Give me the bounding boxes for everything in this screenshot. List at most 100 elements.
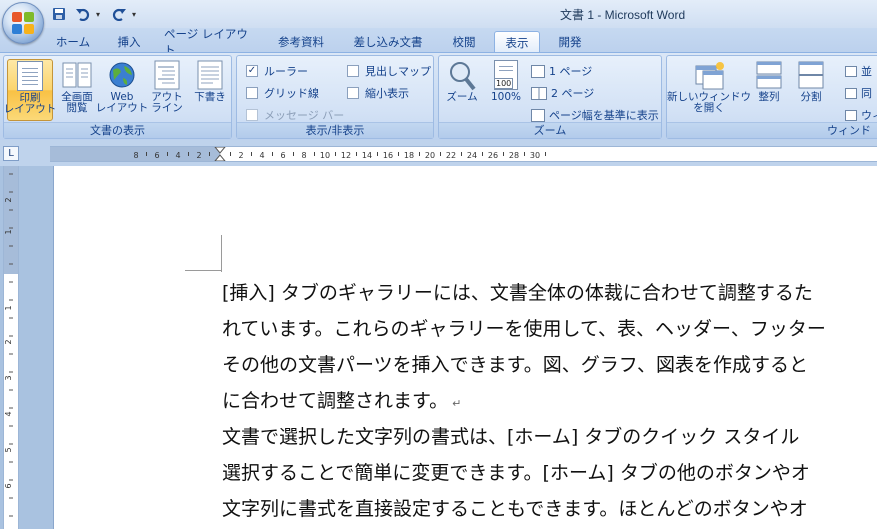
vertical-ruler-label: 3: [4, 375, 13, 380]
tab-mailings[interactable]: 差し込み文書: [346, 31, 430, 52]
zoom-100-button[interactable]: 100 100%: [487, 59, 525, 121]
office-button[interactable]: [2, 2, 44, 44]
ruler-ticks: 8 6 4 2 2 4 6 8 10 12 14 16 18 20 22 24 26 28 30: [133, 147, 546, 161]
ruler-row: L 8 6 4 2 2 4 6 8 10 12 14 16 18 20 22 24 26 28 30: [0, 140, 877, 166]
ruler-label: 8: [133, 151, 138, 160]
tab-home[interactable]: ホーム: [50, 31, 96, 52]
one-page-label: 1 ページ: [549, 65, 593, 78]
window-group: 新しいウィンドウ を開く 整列 分割 並 同 ウィ ウィンド: [666, 55, 877, 139]
full-screen-reading-icon: [62, 60, 92, 92]
text-line: 選択することで簡単に変更できます。[ホーム] タブの他のボタンやオ: [222, 462, 810, 484]
ruler-label: 26: [488, 151, 498, 160]
ruler-checkbox-box[interactable]: ✓: [246, 65, 258, 77]
undo-icon[interactable]: [72, 5, 94, 23]
hanging-indent-marker: [214, 154, 226, 161]
web-layout-button[interactable]: Web レイアウト: [96, 59, 148, 121]
synchronous-scrolling-button[interactable]: 同: [845, 85, 872, 101]
office-logo-icon: [12, 12, 35, 35]
outline-icon: [152, 60, 182, 92]
side-by-side-icon: [845, 65, 857, 77]
full-screen-reading-button[interactable]: 全画面 閲覧: [56, 59, 98, 121]
vertical-ruler[interactable]: 2 1 1 2 3 4 5 6: [3, 166, 19, 529]
ruler-label: 28: [509, 151, 519, 160]
text-line: れています。これらのギャラリーを使用して、表、ヘッダー、フッター: [222, 318, 826, 340]
document-map-checkbox[interactable]: 見出しマップ: [347, 63, 431, 79]
gridlines-checkbox[interactable]: グリッド線: [246, 85, 319, 101]
tab-selector[interactable]: L: [3, 146, 19, 161]
first-line-indent-marker: [214, 147, 226, 154]
zoom-group-label: ズーム: [439, 122, 661, 138]
margin-crop-mark-vertical: [221, 235, 222, 272]
tab-review[interactable]: 校閲: [442, 31, 486, 52]
tab-references[interactable]: 参考資料: [270, 31, 332, 52]
document-map-checkbox-box[interactable]: [347, 65, 359, 77]
customize-qat-icon[interactable]: ▾: [132, 10, 142, 19]
text-line: に合わせて調整されます。: [222, 390, 449, 412]
ruler-label: 20: [425, 151, 435, 160]
view-side-by-side-button[interactable]: 並: [845, 63, 872, 79]
tab-view[interactable]: 表示: [494, 31, 540, 53]
thumbnails-checkbox-label: 縮小表示: [365, 87, 409, 100]
tab-page-layout[interactable]: ページ レイアウト: [164, 27, 258, 57]
new-window-button[interactable]: 新しいウィンドウ を開く: [667, 59, 751, 121]
new-window-label-2: を開く: [693, 102, 725, 114]
gridlines-checkbox-box[interactable]: [246, 87, 258, 99]
one-page-icon: [531, 64, 545, 78]
vertical-ruler-ticks: 2 1 1 2 3 4 5 6: [4, 173, 13, 517]
split-label: 分割: [800, 91, 822, 103]
zoom-group: ズーム 100 100% 1 ページ 2 ページ ページ幅を基準に表示 ズーム: [438, 55, 662, 139]
tab-insert[interactable]: 挿入: [108, 31, 150, 52]
show-hide-group: ✓ ルーラー グリッド線 メッセージ バー 見出しマップ 縮小表示 表示/非表示: [236, 55, 434, 139]
one-page-button[interactable]: 1 ページ: [531, 63, 592, 79]
ruler-label: 2: [196, 151, 201, 160]
print-layout-button[interactable]: 印刷 レイアウト: [4, 59, 56, 121]
zoom-label: ズーム: [446, 91, 478, 103]
vertical-ruler-label: 5: [4, 447, 13, 452]
text-line: [挿入] タブのギャラリーには、文書全体の体裁に合わせて調整するた: [222, 282, 813, 304]
arrange-all-label: 整列: [758, 91, 780, 103]
gridlines-checkbox-label: グリッド線: [264, 87, 319, 100]
text-line: 文字列に書式を直接設定することもできます。ほとんどのボタンやオ: [222, 498, 808, 520]
reset-window-label: ウィ: [861, 109, 877, 122]
ruler-label: 30: [530, 151, 540, 160]
vertical-ruler-label: 2: [4, 339, 13, 344]
ruler-label: 22: [446, 151, 456, 160]
reset-window-icon: [845, 109, 857, 121]
ruler-checkbox[interactable]: ✓ ルーラー: [246, 63, 308, 79]
thumbnails-checkbox-box[interactable]: [347, 87, 359, 99]
horizontal-ruler[interactable]: 8 6 4 2 2 4 6 8 10 12 14 16 18 20 22 24 26 28 30: [50, 146, 877, 162]
split-button[interactable]: 分割: [793, 59, 829, 121]
sync-scroll-label: 同: [861, 87, 872, 100]
document-views-group-label: 文書の表示: [4, 122, 231, 138]
two-pages-button[interactable]: 2 ページ: [531, 85, 594, 101]
vertical-ruler-label: 1: [4, 305, 13, 310]
document-body[interactable]: [挿入] タブのギャラリーには、文書全体の体裁に合わせて調整するた れています。…: [222, 275, 877, 527]
print-layout-icon: [15, 61, 45, 93]
zoom-100-label: 100%: [490, 91, 522, 103]
undo-dropdown-icon[interactable]: ▾: [96, 10, 106, 19]
vertical-ruler-label: 6: [4, 483, 13, 488]
zoom-button[interactable]: ズーム: [443, 59, 481, 121]
arrange-all-icon: [754, 60, 784, 92]
outline-label-2: ライン: [151, 102, 183, 114]
draft-label: 下書き: [194, 91, 226, 103]
zoom-100-icon: 100: [491, 60, 521, 92]
text-line: その他の文書パーツを挿入できます。図、グラフ、図表を作成すると: [222, 354, 808, 376]
thumbnails-checkbox[interactable]: 縮小表示: [347, 85, 409, 101]
vertical-ruler-label: 1: [4, 229, 13, 234]
window-title: 文書 1 - Microsoft Word: [560, 8, 686, 22]
page-width-icon: [531, 108, 545, 122]
ruler-label: 12: [341, 151, 351, 160]
full-screen-label-2: 閲覧: [66, 102, 88, 114]
message-bar-checkbox-box: [246, 109, 258, 121]
ruler-label: 4: [259, 151, 264, 160]
redo-icon[interactable]: [108, 5, 130, 23]
page-width-button[interactable]: ページ幅を基準に表示: [531, 107, 659, 123]
tab-developer[interactable]: 開発: [548, 31, 592, 52]
draft-button[interactable]: 下書き: [190, 59, 230, 121]
reset-window-position-button[interactable]: ウィ: [845, 107, 877, 123]
vertical-ruler-label: 4: [4, 411, 13, 416]
arrange-all-button[interactable]: 整列: [751, 59, 787, 121]
save-icon[interactable]: [48, 5, 70, 23]
outline-button[interactable]: アウト ライン: [147, 59, 187, 121]
